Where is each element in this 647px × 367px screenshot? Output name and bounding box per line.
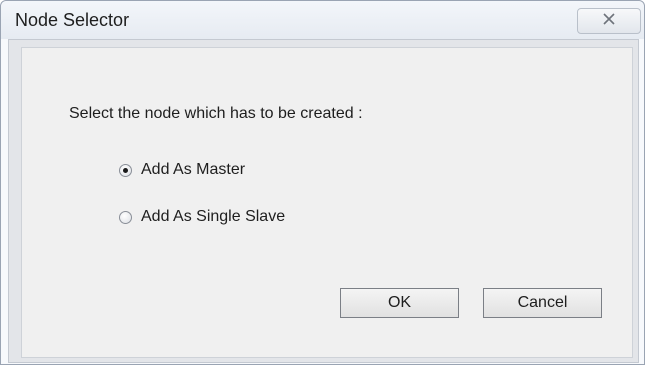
radio-button-unchecked[interactable] (119, 210, 132, 224)
prompt-text: Select the node which has to be created … (69, 105, 363, 122)
radio-button-checked[interactable] (119, 163, 132, 177)
ok-button[interactable]: OK (340, 288, 459, 318)
window-title: Node Selector (15, 10, 130, 30)
radio-label-single-slave[interactable]: Add As Single Slave (141, 208, 285, 226)
title-bar[interactable]: Node Selector (1, 1, 644, 39)
radio-add-as-single-slave[interactable]: Add As Single Slave (119, 208, 285, 226)
radio-label-master[interactable]: Add As Master (141, 161, 245, 179)
node-selector-window: Node Selector Select the node which has … (0, 0, 645, 365)
close-icon (602, 12, 616, 30)
radio-dot (123, 167, 128, 173)
dialog-content: Select the node which has to be created … (21, 47, 633, 358)
cancel-button[interactable]: Cancel (483, 288, 602, 318)
radio-add-as-master[interactable]: Add As Master (119, 161, 245, 179)
close-button[interactable] (577, 8, 641, 34)
